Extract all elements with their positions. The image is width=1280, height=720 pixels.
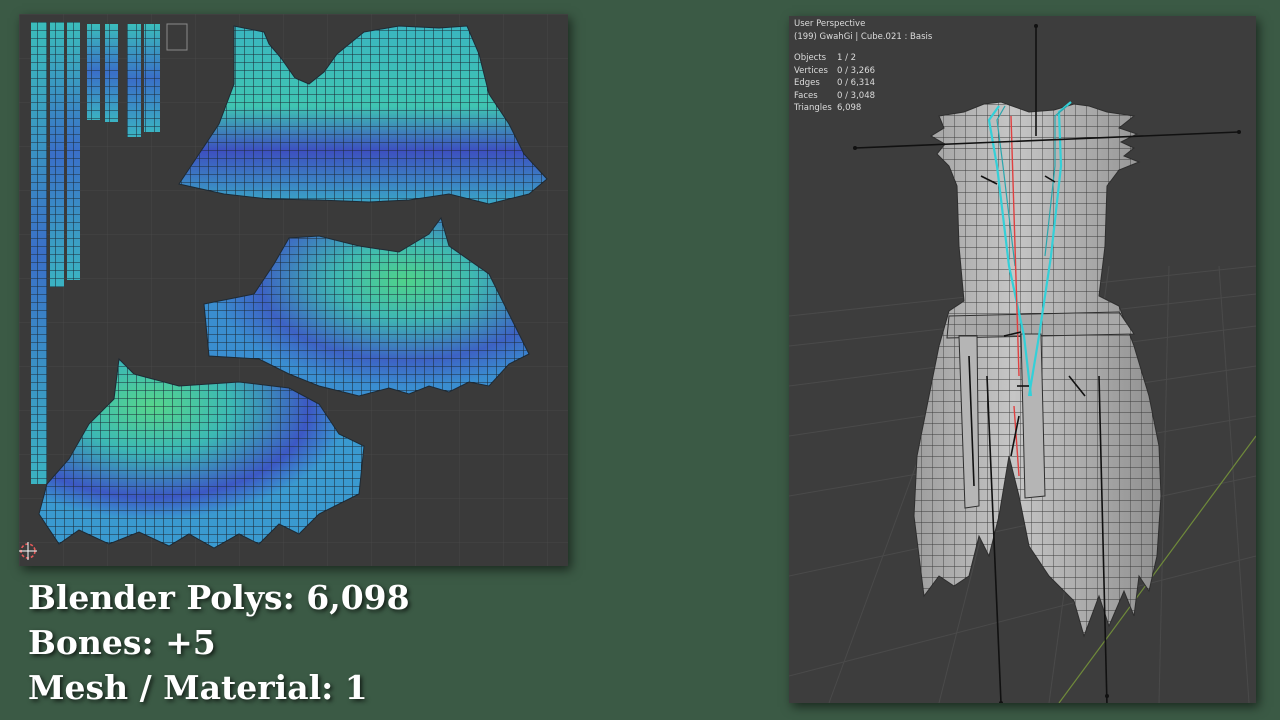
uv-editor-panel bbox=[19, 14, 568, 566]
caption-bones: Bones: +5 bbox=[28, 623, 216, 662]
object-info: (199) GwahGi | Cube.021 : Basis bbox=[794, 31, 933, 42]
stat-vertices: Vertices 0 / 3,266 bbox=[794, 65, 932, 78]
stat-triangles: Triangles 6,098 bbox=[794, 102, 932, 115]
stat-edges: Edges 0 / 6,314 bbox=[794, 77, 932, 90]
stat-value: 0 / 3,266 bbox=[837, 65, 876, 76]
stat-key: Triangles bbox=[794, 103, 832, 113]
view-name: User Perspective bbox=[794, 19, 866, 29]
viewport-3d-panel[interactable]: User Perspective (199) GwahGi | Cube.021… bbox=[789, 16, 1256, 703]
stat-key: Objects bbox=[794, 53, 827, 63]
stat-key: Faces bbox=[794, 90, 818, 101]
stat-value: 6,098 bbox=[837, 103, 862, 113]
mesh-view bbox=[789, 16, 1256, 703]
uv-layout bbox=[19, 14, 568, 566]
stat-faces: Faces 0 / 3,048 bbox=[794, 90, 932, 103]
stat-value: 0 / 3,048 bbox=[837, 90, 876, 101]
stat-value: 1 / 2 bbox=[837, 53, 857, 63]
caption-block: Blender Polys: 6,098 Bones: +5 Mesh / Ma… bbox=[28, 578, 410, 713]
viewport-stats-overlay: User Perspective (199) GwahGi | Cube.021… bbox=[794, 18, 932, 115]
caption-mesh-material: Mesh / Material: 1 bbox=[28, 668, 368, 707]
stat-key: Vertices bbox=[794, 65, 828, 76]
caption-polys: Blender Polys: 6,098 bbox=[28, 578, 410, 617]
stat-key: Edges bbox=[794, 78, 820, 88]
stat-value: 0 / 6,314 bbox=[837, 78, 876, 88]
stat-objects: Objects 1 / 2 bbox=[794, 52, 932, 65]
